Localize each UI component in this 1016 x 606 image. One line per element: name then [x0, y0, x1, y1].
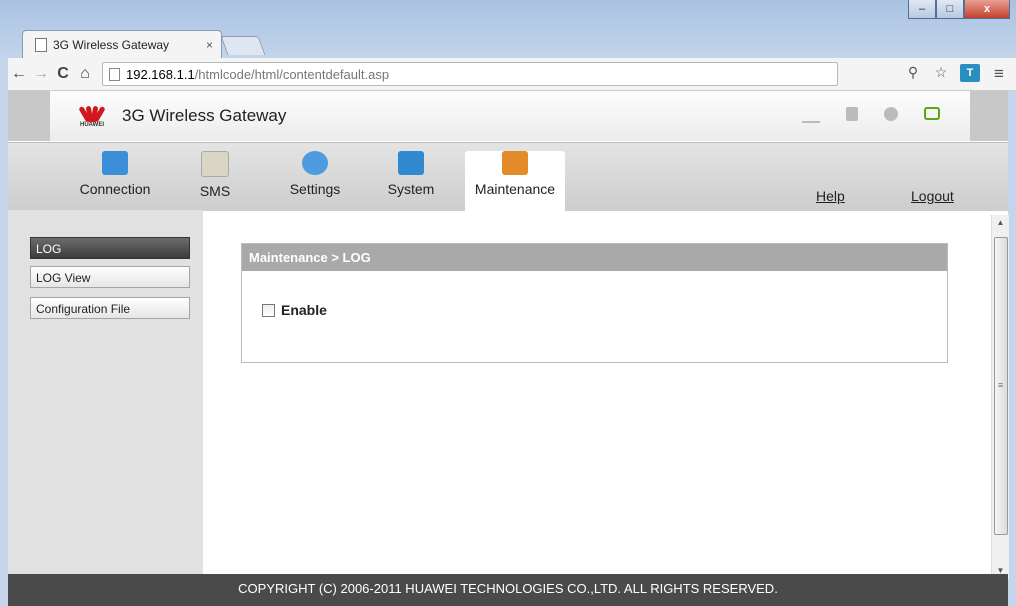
- scroll-thumb[interactable]: ≡: [994, 237, 1008, 535]
- toolbar-right: ⚲ ☆ T ≡: [904, 64, 1008, 83]
- grip-icon: ≡: [998, 380, 1004, 390]
- brand-text: HUAWEI: [80, 122, 104, 128]
- huawei-logo: HUAWEI: [72, 104, 112, 128]
- nav-system[interactable]: System: [361, 151, 461, 211]
- enable-checkbox[interactable]: [262, 303, 275, 317]
- nav-label: Connection: [79, 181, 151, 197]
- connection-icon: [102, 151, 128, 175]
- breadcrumb: Maintenance > LOG: [242, 244, 947, 271]
- main-nav: Connection SMS Settings System Maintenan…: [8, 142, 1008, 211]
- close-window-button[interactable]: x: [964, 0, 1010, 19]
- enable-row: Enable: [262, 302, 327, 318]
- browser-window: – □ x 3G Wireless Gateway × ← → C ⌂ 192.…: [0, 0, 1016, 606]
- tab-close-icon[interactable]: ×: [206, 38, 213, 52]
- maximize-button[interactable]: □: [936, 0, 964, 19]
- bookmark-star-icon[interactable]: ☆: [932, 64, 950, 82]
- minimize-button[interactable]: –: [908, 0, 936, 19]
- sim-card-icon: [846, 107, 858, 121]
- help-link[interactable]: Help: [816, 188, 845, 204]
- sidebar: LOG LOG View Configuration File: [8, 210, 203, 574]
- nav-maintenance[interactable]: Maintenance: [465, 151, 565, 211]
- url-path: /htmlcode/html/contentdefault.asp: [194, 66, 390, 82]
- nav-settings[interactable]: Settings: [265, 151, 365, 211]
- sms-envelope-icon: [201, 151, 229, 177]
- extension-icon[interactable]: T: [960, 64, 980, 82]
- sidebar-item-log[interactable]: LOG: [30, 237, 190, 259]
- system-monitor-icon: [398, 151, 424, 175]
- nav-label: Settings: [289, 181, 341, 197]
- connection-status-icon: [924, 107, 940, 120]
- page-icon: [35, 38, 47, 52]
- sidebar-item-configuration-file[interactable]: Configuration File: [30, 297, 190, 319]
- window-controls: – □ x: [908, 0, 1010, 19]
- page-icon: [109, 67, 120, 81]
- app-title: 3G Wireless Gateway: [122, 106, 287, 125]
- internet-globe-icon: [884, 107, 898, 121]
- tab-title: 3G Wireless Gateway: [53, 38, 170, 52]
- log-panel: Maintenance > LOG Enable: [241, 243, 948, 363]
- header-banner: HUAWEI 3G Wireless Gateway: [8, 91, 1008, 141]
- nav-label: System: [387, 181, 435, 197]
- scroll-up-icon[interactable]: ▲: [992, 215, 1009, 231]
- zoom-icon[interactable]: ⚲: [904, 64, 922, 82]
- huawei-logo-icon: [78, 104, 106, 123]
- settings-gear-icon: [302, 151, 328, 175]
- nav-label: SMS: [199, 183, 231, 199]
- footer: COPYRIGHT (C) 2006-2011 HUAWEI TECHNOLOG…: [8, 574, 1008, 606]
- enable-label: Enable: [281, 302, 327, 318]
- new-tab-button[interactable]: [220, 36, 266, 55]
- maintenance-toolbox-icon: [502, 151, 528, 175]
- nav-sms[interactable]: SMS: [165, 151, 265, 211]
- url-host: 192.168.1.1: [126, 66, 195, 82]
- page-content: HUAWEI 3G Wireless Gateway Connection SM…: [8, 91, 1009, 606]
- signal-strength-icon: [802, 107, 820, 123]
- logout-link[interactable]: Logout: [911, 188, 954, 204]
- address-bar[interactable]: 192.168.1.1/htmlcode/html/contentdefault…: [102, 62, 838, 86]
- menu-icon[interactable]: ≡: [990, 64, 1008, 83]
- back-button[interactable]: ←: [8, 65, 30, 83]
- status-icons: [802, 107, 940, 123]
- sidebar-item-log-view[interactable]: LOG View: [30, 266, 190, 288]
- browser-tab[interactable]: 3G Wireless Gateway ×: [22, 30, 222, 59]
- scrollbar[interactable]: ▲ ≡ ▼: [991, 215, 1009, 579]
- browser-toolbar: ← → C ⌂ 192.168.1.1/htmlcode/html/conten…: [8, 58, 1016, 91]
- nav-label: Maintenance: [474, 181, 556, 197]
- nav-connection[interactable]: Connection: [65, 151, 165, 211]
- home-button[interactable]: ⌂: [74, 65, 96, 83]
- reload-button[interactable]: C: [52, 65, 74, 83]
- forward-button[interactable]: →: [30, 65, 52, 83]
